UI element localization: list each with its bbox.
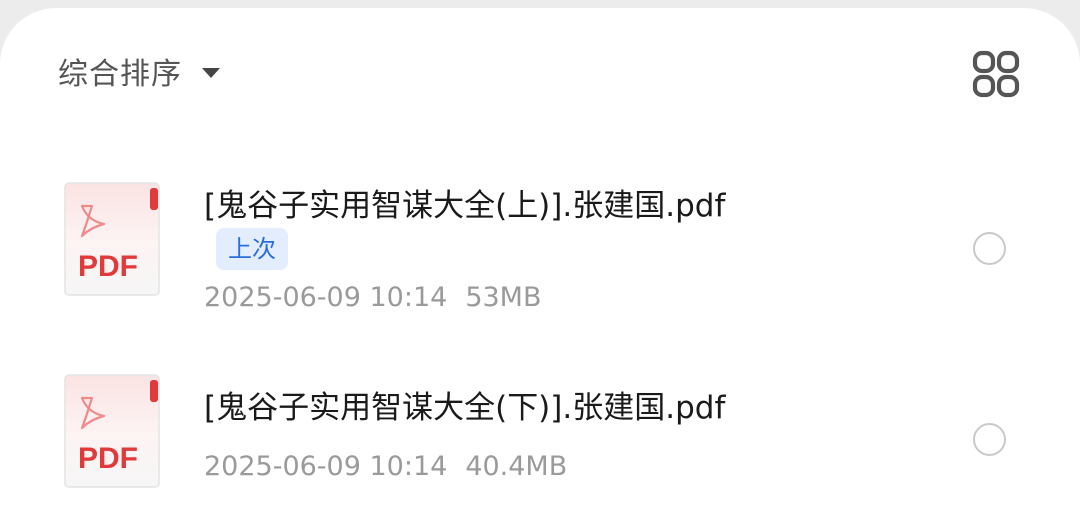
select-radio[interactable]: [973, 232, 1006, 265]
sort-label: 综合排序: [58, 57, 182, 92]
pdf-icon-label: PDF: [78, 442, 138, 475]
file-list-item[interactable]: PDF [鬼谷子实用智谋大全(上)].张建国.pdf上次 2025-06-09 …: [0, 168, 1080, 328]
file-date: 2025-06-09 10:14: [204, 282, 448, 313]
file-name-text: [鬼谷子实用智谋大全(上)].张建国.pdf: [204, 188, 726, 224]
pdf-icon-label: PDF: [78, 250, 138, 283]
file-date: 2025-06-09 10:14: [204, 451, 448, 482]
grid-view-icon[interactable]: [970, 48, 1022, 100]
file-size: 40.4MB: [465, 451, 568, 482]
toolbar: 综合排序: [0, 8, 1080, 138]
file-meta: 2025-06-09 10:14 40.4MB: [204, 450, 567, 484]
file-name: [鬼谷子实用智谋大全(下)].张建国.pdf: [204, 390, 726, 426]
file-list-sheet: 综合排序 PDF [鬼谷子实用智谋大全(上)].张建国.pdf上次 2025-0…: [0, 8, 1080, 526]
file-name: [鬼谷子实用智谋大全(上)].张建国.pdf上次: [204, 184, 804, 273]
file-meta: 2025-06-09 10:14 53MB: [204, 281, 542, 315]
select-radio[interactable]: [973, 423, 1006, 456]
caret-down-icon: [202, 68, 220, 78]
last-opened-badge: 上次: [216, 227, 288, 270]
sort-dropdown[interactable]: 综合排序: [58, 48, 220, 94]
pdf-file-icon: PDF: [64, 374, 162, 490]
pdf-file-icon: PDF: [64, 182, 162, 298]
file-list-item[interactable]: PDF [鬼谷子实用智谋大全(下)].张建国.pdf 2025-06-09 10…: [0, 360, 1080, 510]
file-size: 53MB: [465, 282, 542, 313]
